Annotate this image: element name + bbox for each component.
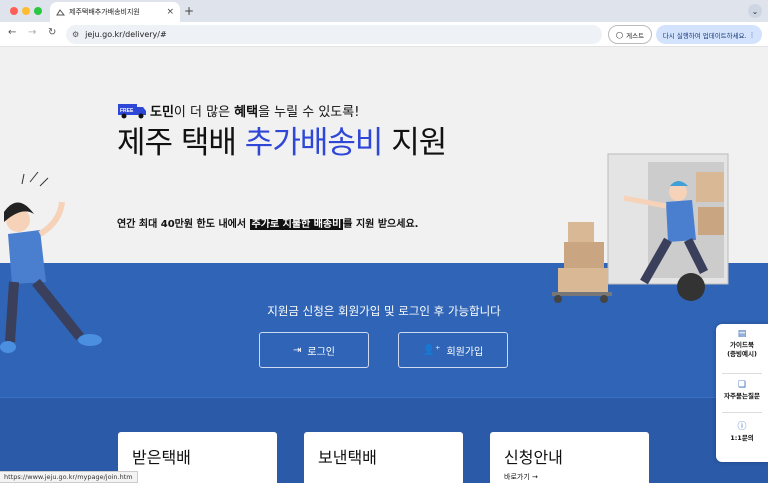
sent-parcel-card[interactable]: 보낸택배 (304, 432, 463, 483)
faq-button[interactable]: ❏ 자주묻는질문 (716, 381, 768, 401)
faq-label: 자주묻는질문 (724, 392, 760, 400)
close-window-icon[interactable] (10, 7, 18, 15)
maximize-window-icon[interactable] (34, 7, 42, 15)
login-button[interactable]: ⇥ 로그인 (259, 332, 369, 368)
delivery-truck-illustration (552, 153, 729, 303)
divider (722, 373, 762, 374)
join-label: 회원가입 (446, 346, 484, 358)
title-part-2: 지원 (382, 125, 447, 161)
card-title: 받은택배 (132, 448, 191, 467)
menu-kebab-icon[interactable]: ⋮ (749, 31, 756, 39)
back-arrow-icon[interactable]: ← (8, 27, 16, 38)
floating-quick-menu: ▤ 가이드북 (증빙예시) ❏ 자주묻는질문 ⓘ 1:1문의 (716, 324, 768, 462)
minimize-window-icon[interactable] (22, 7, 30, 15)
site-info-icon[interactable]: ⚙ (72, 30, 79, 39)
question-icon: ⓘ (737, 422, 747, 432)
add-user-icon: 👤⁺ (422, 344, 441, 356)
profile-icon: ◯ (615, 30, 624, 39)
inquiry-button[interactable]: ⓘ 1:1문의 (716, 423, 768, 443)
shortcut-link[interactable]: 바로가기 → (504, 472, 635, 482)
title-highlight: 추가배송비 (244, 125, 384, 161)
page-content: FREE 도민이 더 많은 혜택을 누릴 수 있도록! 제주 택배 추가배송비 … (0, 47, 768, 483)
support-description: 연간 최대 40만원 한도 내에서 추가로 지불한 배송비 를 지원 받으세요. (117, 215, 418, 230)
application-guide-card[interactable]: 신청안내 바로가기 → (490, 432, 649, 483)
favicon-icon (56, 8, 65, 15)
received-parcel-card[interactable]: 받은택배 (118, 432, 277, 483)
guest-label: 게스트 (626, 31, 645, 40)
reload-icon[interactable]: ↻ (48, 27, 56, 38)
guidebook-button[interactable]: ▤ 가이드북 (증빙예시) (716, 330, 768, 359)
close-tab-icon[interactable]: × (166, 7, 174, 17)
url-text: jeju.go.kr/delivery/# (85, 30, 167, 39)
guidebook-sublabel: (증빙예시) (727, 350, 757, 358)
card-title: 보낸택배 (318, 448, 377, 467)
new-tab-button[interactable]: + (184, 4, 194, 18)
card-title: 신청안내 (504, 448, 563, 467)
guidebook-label: 가이드북 (730, 341, 754, 349)
inquiry-label: 1:1문의 (730, 434, 754, 442)
tab-strip: 제주택배추가배송비지원 × + ⌄ (0, 0, 768, 22)
free-badge: FREE (120, 108, 134, 114)
update-label: 다시 실행하여 업데이트하세요. (662, 31, 747, 40)
browser-window: 제주택배추가배송비지원 × + ⌄ ← → ↻ ⚙ jeju.go.kr/del… (0, 0, 768, 483)
book-icon: ▤ (737, 329, 747, 339)
join-button[interactable]: 👤⁺ 회원가입 (398, 332, 508, 368)
woman-running-illustration (0, 172, 102, 353)
annual-text-pre: 연간 최대 40만원 한도 내에서 (117, 219, 250, 230)
annual-highlight: 추가로 지불한 배송비 (249, 219, 344, 230)
tab-search-icon[interactable]: ⌄ (748, 4, 762, 18)
signup-notice: 지원금 신청은 회원가입 및 로그인 후 가능합니다 (267, 304, 501, 318)
browser-toolbar: ← → ↻ ⚙ jeju.go.kr/delivery/# ◯ 게스트 다시 실… (0, 22, 768, 47)
title-part-1: 제주 택배 (117, 125, 245, 161)
page-title: 제주 택배 추가배송비 지원 (117, 117, 447, 162)
login-icon: ⇥ (293, 344, 302, 356)
address-bar[interactable]: ⚙ jeju.go.kr/delivery/# (66, 25, 602, 44)
browser-tab[interactable]: 제주택배추가배송비지원 × (50, 2, 180, 22)
status-bar-url: https://www.jeju.go.kr/mypage/join.htm (0, 471, 138, 483)
forward-arrow-icon[interactable]: → (28, 27, 36, 38)
update-button[interactable]: 다시 실행하여 업데이트하세요. ⋮ (656, 25, 762, 44)
chat-bubbles-icon: ❏ (737, 380, 747, 390)
annual-text-post: 를 지원 받으세요. (343, 219, 419, 230)
divider (722, 412, 762, 413)
login-label: 로그인 (307, 346, 335, 358)
tab-title: 제주택배추가배송비지원 (69, 8, 140, 16)
guest-profile-button[interactable]: ◯ 게스트 (608, 25, 652, 44)
